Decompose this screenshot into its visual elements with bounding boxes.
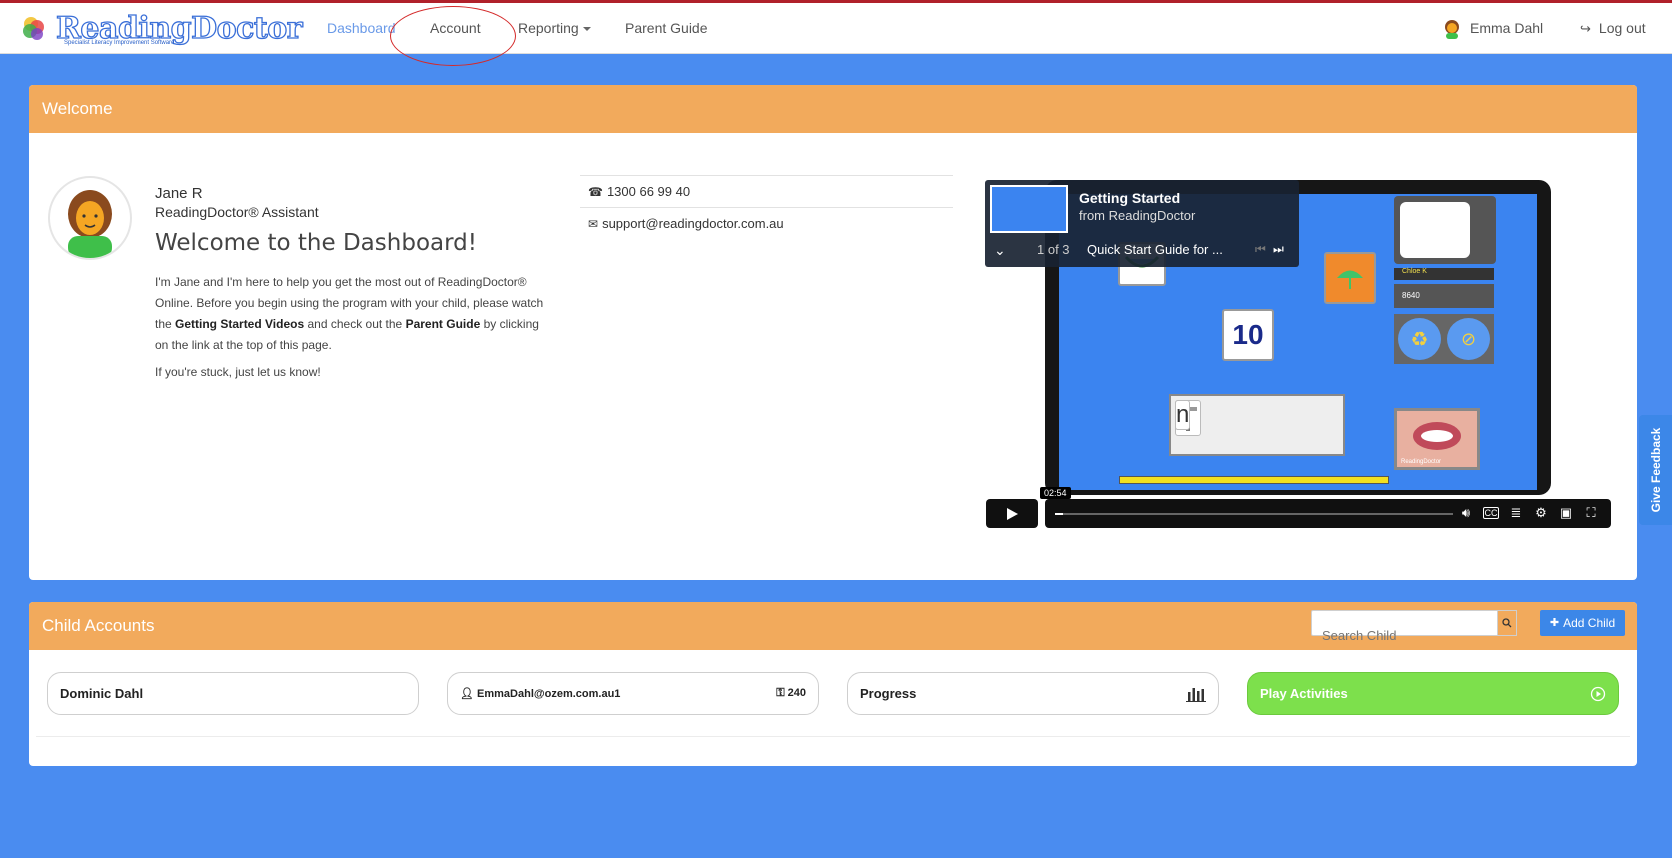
- umbrella-icon: [1337, 270, 1363, 289]
- search-icon: [1502, 618, 1512, 628]
- previous-icon[interactable]: ⏮: [1255, 242, 1266, 257]
- captions-icon[interactable]: CC: [1483, 507, 1499, 519]
- logout-label: Log out: [1598, 20, 1646, 36]
- letter-tile-n: n: [1175, 400, 1191, 430]
- child-name: Dominic Dahl: [60, 686, 144, 701]
- name-tag: Chloe K: [1394, 268, 1494, 280]
- no-walking-icon: ⊘: [1447, 318, 1490, 360]
- chevron-down-icon[interactable]: ⌄: [994, 242, 1006, 259]
- bar-chart-icon: [1186, 687, 1206, 702]
- child-login: 👤︎ EmmaDahl@ozem.com.au1: [460, 687, 620, 700]
- nav-reporting[interactable]: Reporting: [518, 3, 591, 54]
- welcome-heading: Welcome: [29, 85, 1637, 133]
- contact-phone: ☎ 1300 66 99 40: [580, 175, 953, 207]
- logo-icon: [23, 17, 44, 40]
- add-user-icon: ✚: [1549, 617, 1560, 629]
- video-thumbnail[interactable]: [990, 185, 1068, 233]
- user-icon: 👤︎: [460, 688, 478, 700]
- row-divider: [36, 736, 1630, 737]
- video-controls: 🔊︎ CC ≣ ⚙ ▣ ⛶: [1458, 505, 1599, 521]
- next-icon[interactable]: ⏭: [1273, 242, 1284, 257]
- search-child-box: [1311, 610, 1517, 648]
- logout-icon: ↪: [1580, 21, 1591, 36]
- child-accounts-panel: Child Accounts ✚ Add Child Dominic Dahl …: [29, 602, 1637, 766]
- timer-bar: [1119, 476, 1389, 484]
- assistant-avatar-icon: [68, 190, 112, 258]
- video-progress-fill: [1055, 513, 1063, 515]
- readingdoctor-logo[interactable]: ReadingDoctor Specialist Literacy Improv…: [20, 11, 303, 47]
- phone-icon: ☎: [588, 184, 603, 199]
- mouth-icon: [1413, 422, 1461, 450]
- give-feedback-tab[interactable]: Give Feedback: [1639, 415, 1672, 525]
- umbrella-card: [1324, 252, 1376, 304]
- play-activities-label: Play Activities: [1260, 686, 1348, 701]
- play-activities-button[interactable]: Play Activities: [1247, 672, 1619, 715]
- assistant-role: ReadingDoctor® Assistant: [155, 204, 319, 220]
- user-menu[interactable]: Emma Dahl: [1442, 3, 1543, 54]
- child-password-text: 240: [787, 687, 806, 699]
- envelope-icon: ✉: [588, 216, 599, 231]
- logout-link[interactable]: ↪ Log out: [1580, 3, 1646, 54]
- progress-label: Progress: [860, 686, 917, 701]
- welcome-text-2: and check out the: [304, 317, 406, 331]
- contact-email[interactable]: ✉ support@readingdoctor.com.au: [580, 207, 953, 239]
- logo-tagline: Specialist Literacy Improvement Software: [64, 40, 175, 46]
- add-child-button[interactable]: ✚ Add Child: [1540, 610, 1625, 636]
- recycle-icon: ♻: [1398, 318, 1441, 360]
- key-icon: ⚿: [776, 687, 788, 699]
- top-navbar: ReadingDoctor Specialist Literacy Improv…: [0, 3, 1672, 66]
- child-password: ⚿ 240: [776, 687, 806, 700]
- video-progress-bar[interactable]: [1055, 513, 1453, 515]
- annotation-circle: [390, 6, 516, 66]
- child-accounts-title: Child Accounts: [42, 616, 155, 635]
- user-name: Emma Dahl: [1470, 20, 1544, 36]
- child-name-box[interactable]: Dominic Dahl: [47, 672, 419, 715]
- action-buttons: ♻ ⊘: [1394, 314, 1494, 364]
- playlist-count: 1 of 3: [1037, 242, 1070, 257]
- video-control-bar: 🔊︎ CC ≣ ⚙ ▣ ⛶: [1045, 499, 1611, 528]
- score-display: 8640: [1394, 284, 1494, 308]
- video-author[interactable]: from ReadingDoctor: [1079, 208, 1195, 223]
- assistant-name: Jane R: [155, 185, 203, 202]
- video-title-overlay: Getting Started from ReadingDoctor ⌄ 1 o…: [985, 180, 1299, 267]
- volume-icon[interactable]: 🔊︎: [1458, 505, 1474, 521]
- progress-box[interactable]: Progress: [847, 672, 1219, 715]
- give-feedback-label: Give Feedback: [1648, 427, 1663, 513]
- welcome-paragraph: I'm Jane and I'm here to help you get th…: [155, 272, 555, 356]
- caret-down-icon: [582, 27, 591, 32]
- stuck-text: If you're stuck, just let us know!: [155, 365, 321, 379]
- video-title[interactable]: Getting Started: [1079, 190, 1180, 206]
- video-player[interactable]: 10 i n Chloe K 8640 ♻ ⊘ Readi: [985, 180, 1611, 528]
- next-video-title[interactable]: Quick Start Guide for ...: [1087, 242, 1227, 257]
- search-child-input[interactable]: [1312, 623, 1492, 648]
- nav-dashboard[interactable]: Dashboard: [327, 3, 396, 54]
- welcome-title: Welcome to the Dashboard!: [155, 230, 477, 256]
- play-icon: [1007, 507, 1018, 520]
- user-avatar-icon: [1445, 19, 1459, 39]
- search-button[interactable]: [1497, 610, 1517, 636]
- email-address: support@readingdoctor.com.au: [602, 215, 784, 231]
- play-circle-icon: [1590, 686, 1606, 701]
- assistant-avatar: [48, 176, 132, 260]
- child-login-text: EmmaDahl@ozem.com.au1: [477, 688, 621, 700]
- mouth-video: ReadingDoctor: [1394, 408, 1480, 470]
- number-card: 10: [1222, 309, 1274, 361]
- picture-in-picture-icon[interactable]: ▣: [1558, 505, 1574, 521]
- time-tooltip: 02:54: [1040, 487, 1071, 499]
- child-accounts-heading: Child Accounts ✚ Add Child: [29, 602, 1637, 650]
- fullscreen-icon[interactable]: ⛶: [1583, 505, 1599, 521]
- nav-parent-guide[interactable]: Parent Guide: [625, 3, 708, 54]
- phone-number: 1300 66 99 40: [606, 183, 691, 199]
- parent-guide-text: Parent Guide: [405, 317, 481, 331]
- child-login-box[interactable]: 👤︎ EmmaDahl@ozem.com.au1 ⚿ 240: [447, 672, 819, 715]
- play-button[interactable]: [986, 499, 1038, 528]
- transcript-icon[interactable]: ≣: [1508, 505, 1524, 521]
- getting-started-videos-text: Getting Started Videos: [175, 317, 305, 331]
- mouth-label: ReadingDoctor: [1401, 459, 1442, 465]
- settings-gear-icon[interactable]: ⚙: [1533, 505, 1549, 521]
- word-tiles: i n: [1169, 394, 1345, 456]
- nav-reporting-label: Reporting: [518, 20, 579, 36]
- add-child-label: Add Child: [1563, 616, 1616, 630]
- tv-monitor: [1394, 196, 1496, 264]
